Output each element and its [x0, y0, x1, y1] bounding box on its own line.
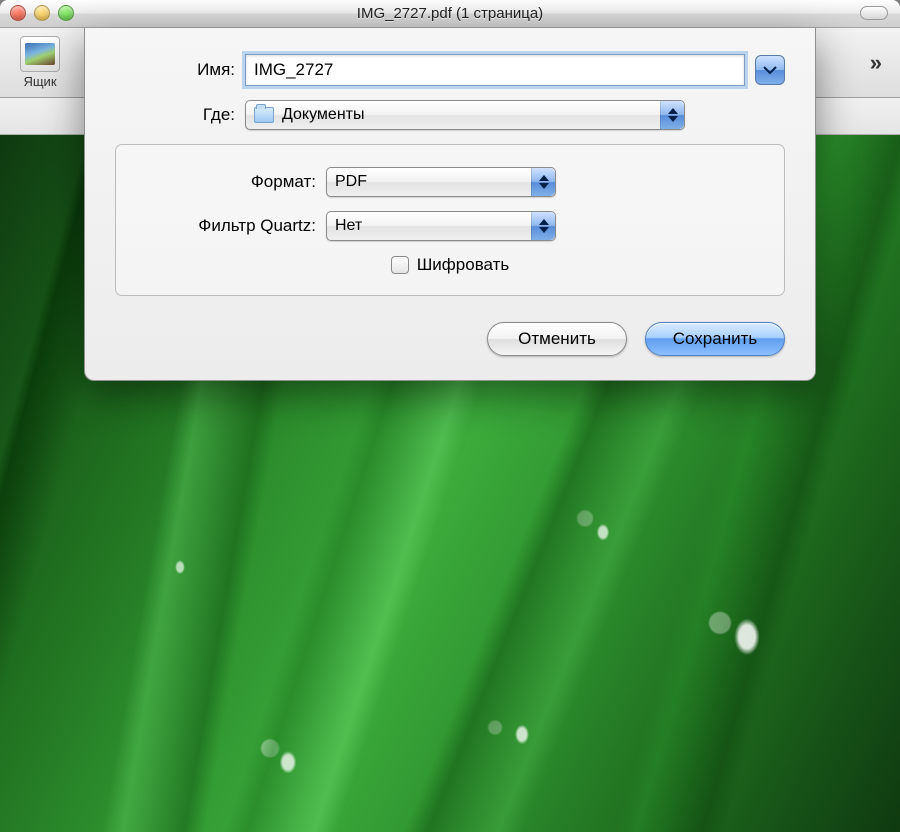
folder-icon	[254, 107, 274, 123]
format-label: Формат:	[136, 172, 326, 192]
toolbar-drawer-label: Ящик	[23, 74, 56, 89]
where-label: Где:	[115, 105, 245, 125]
save-button[interactable]: Сохранить	[645, 322, 785, 356]
format-select[interactable]: PDF	[326, 167, 556, 197]
quartz-filter-select[interactable]: Нет	[326, 211, 556, 241]
app-window: IMG_2727.pdf (1 страница) Ящик » Имя: Гд…	[0, 0, 900, 832]
options-group: Формат: PDF Фильтр Quartz: Нет	[115, 144, 785, 296]
cancel-button[interactable]: Отменить	[487, 322, 627, 356]
where-select[interactable]: Документы	[245, 100, 685, 130]
toolbar-toggle-pill[interactable]	[860, 6, 888, 20]
expand-disclosure-button[interactable]	[755, 55, 785, 85]
traffic-lights	[10, 5, 74, 21]
encrypt-label: Шифровать	[417, 255, 510, 275]
close-window-button[interactable]	[10, 5, 26, 21]
titlebar: IMG_2727.pdf (1 страница)	[0, 0, 900, 28]
filename-input[interactable]	[245, 54, 745, 86]
encrypt-row: Шифровать	[136, 255, 764, 275]
window-title: IMG_2727.pdf (1 страница)	[357, 5, 543, 22]
updown-arrows-icon	[660, 101, 684, 129]
updown-arrows-icon	[531, 168, 555, 196]
quartz-filter-row: Фильтр Quartz: Нет	[136, 211, 764, 241]
format-value: PDF	[335, 173, 367, 191]
format-row: Формат: PDF	[136, 167, 764, 197]
where-row: Где: Документы	[115, 100, 785, 130]
name-row: Имя:	[115, 54, 785, 86]
drawer-icon	[20, 36, 60, 72]
updown-arrows-icon	[531, 212, 555, 240]
save-sheet: Имя: Где: Документы Формат: PDF	[84, 28, 816, 381]
quartz-filter-value: Нет	[335, 217, 362, 235]
name-label: Имя:	[115, 60, 245, 80]
toolbar-drawer-item[interactable]: Ящик	[10, 36, 70, 89]
dialog-buttons: Отменить Сохранить	[115, 322, 785, 356]
chevron-down-icon	[763, 65, 777, 75]
encrypt-checkbox[interactable]	[391, 256, 409, 274]
zoom-window-button[interactable]	[58, 5, 74, 21]
minimize-window-button[interactable]	[34, 5, 50, 21]
where-value: Документы	[282, 106, 364, 124]
quartz-filter-label: Фильтр Quartz:	[136, 216, 326, 236]
toolbar-overflow-button[interactable]: »	[870, 50, 882, 76]
